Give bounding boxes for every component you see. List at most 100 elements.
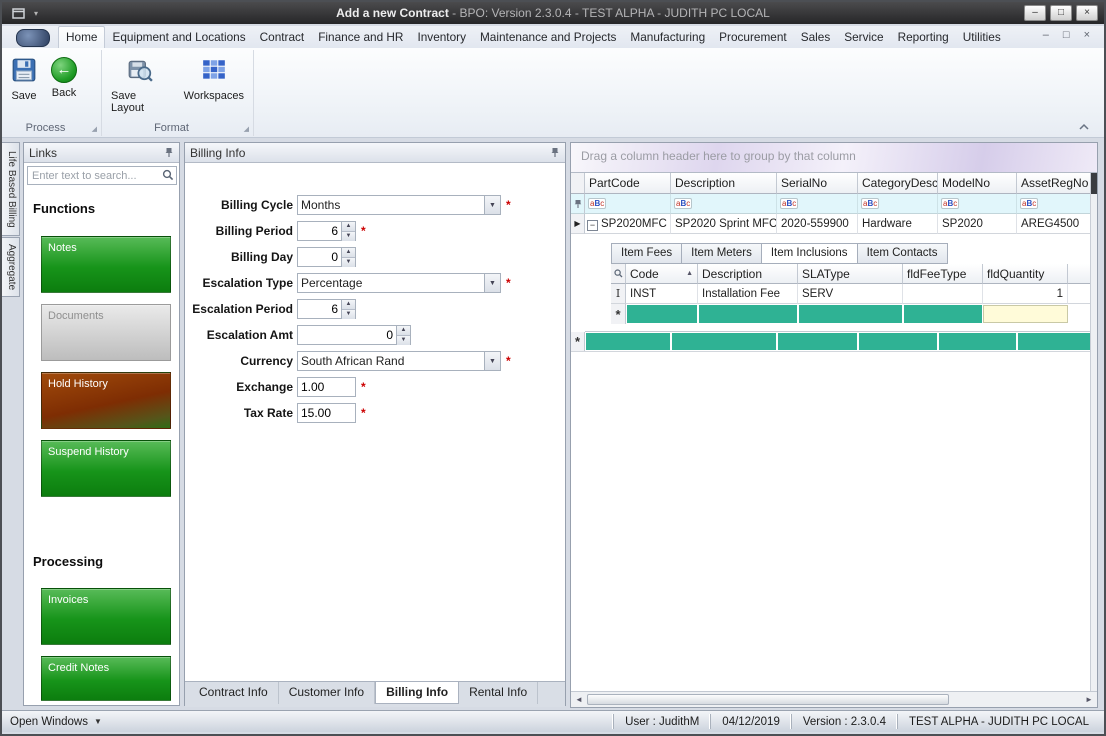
column-header-modelno[interactable]: ModelNo	[938, 173, 1017, 194]
detail-column-fldfeetype[interactable]: fldFeeType	[903, 264, 983, 284]
ribbon-tab-reporting[interactable]: Reporting	[891, 27, 956, 48]
ribbon-tab-sales[interactable]: Sales	[794, 27, 838, 48]
tab-billing-info[interactable]: Billing Info	[375, 682, 459, 704]
mdi-close-icon[interactable]: ×	[1084, 29, 1090, 41]
column-header-categorydesc[interactable]: CategoryDesc	[858, 173, 938, 194]
ribbon-collapse-chevron-icon[interactable]	[1078, 123, 1090, 131]
back-button[interactable]: ← Back	[46, 53, 82, 102]
ribbon-tab-maintenance-and-projects[interactable]: Maintenance and Projects	[473, 27, 623, 48]
detail-new-cell-description[interactable]	[699, 305, 797, 323]
detail-tab-item-contacts[interactable]: Item Contacts	[857, 243, 948, 264]
workspaces-button[interactable]: Workspaces	[179, 53, 249, 114]
exchange-input[interactable]	[297, 377, 356, 397]
grid-data-row[interactable]: ▶ −SP2020MFC SP2020 Sprint MFC 2020-5599…	[571, 214, 1091, 234]
detail-tab-item-inclusions[interactable]: Item Inclusions	[761, 243, 857, 264]
hold-history-button[interactable]: Hold History	[41, 372, 171, 429]
process-dialog-launcher-icon[interactable]: ◢	[92, 126, 97, 133]
detail-column-description[interactable]: Description	[698, 264, 798, 284]
documents-button[interactable]: Documents	[41, 304, 171, 361]
open-windows-button[interactable]: Open Windows ▼	[10, 716, 102, 728]
grid-new-item-row[interactable]: *	[571, 332, 1091, 352]
horizontal-scrollbar-thumb[interactable]	[587, 694, 949, 705]
spin-up-icon[interactable]: ▲	[397, 326, 410, 336]
minimize-button[interactable]: –	[1024, 5, 1046, 21]
detail-tab-item-meters[interactable]: Item Meters	[681, 243, 761, 264]
tab-rental-info[interactable]: Rental Info	[459, 682, 538, 704]
mdi-minimize-icon[interactable]: –	[1043, 29, 1049, 41]
new-cell-modelno[interactable]	[939, 333, 1016, 350]
suspend-history-button[interactable]: Suspend History	[41, 440, 171, 497]
detail-cell-fldfeetype[interactable]	[903, 284, 983, 304]
detail-new-cell-fldquantity-focused[interactable]	[983, 305, 1068, 323]
vertical-scrollbar[interactable]	[1090, 173, 1097, 691]
ribbon-tab-procurement[interactable]: Procurement	[712, 27, 794, 48]
new-cell-partcode[interactable]	[586, 333, 670, 350]
ribbon-tab-service[interactable]: Service	[837, 27, 890, 48]
cell-partcode[interactable]: −SP2020MFC	[585, 214, 671, 234]
escalation-amt-spinner[interactable]: ▲▼	[297, 325, 411, 345]
currency-dropdown[interactable]: South African Rand ▼	[297, 351, 501, 371]
notes-button[interactable]: Notes	[41, 236, 171, 293]
currency-dropdown-arrow-icon[interactable]: ▼	[484, 352, 500, 370]
detail-cell-slatype[interactable]: SERV	[798, 284, 903, 304]
detail-search-icon[interactable]	[611, 264, 626, 284]
spin-up-icon[interactable]: ▲	[342, 300, 355, 310]
mdi-restore-icon[interactable]: □	[1063, 29, 1070, 41]
billing-day-input[interactable]	[298, 248, 341, 266]
escalation-amt-input[interactable]	[298, 326, 396, 344]
spin-up-icon[interactable]: ▲	[342, 222, 355, 232]
new-cell-categorydesc[interactable]	[859, 333, 937, 350]
group-by-panel[interactable]: Drag a column header here to group by th…	[571, 143, 1097, 173]
cell-assetregno[interactable]: AREG4500	[1017, 214, 1091, 234]
escalation-period-input[interactable]	[298, 300, 341, 318]
detail-cell-code[interactable]: INST	[626, 284, 698, 304]
spin-down-icon[interactable]: ▼	[342, 258, 355, 267]
horizontal-scrollbar[interactable]: ◄ ►	[571, 691, 1097, 707]
detail-tab-item-fees[interactable]: Item Fees	[611, 243, 681, 264]
side-tab-life-based-billing[interactable]: Life Based Billing	[2, 142, 20, 236]
detail-column-slatype[interactable]: SLAType	[798, 264, 903, 284]
save-layout-button[interactable]: Save Layout	[106, 53, 175, 114]
ribbon-tab-contract[interactable]: Contract	[253, 27, 312, 48]
invoices-button[interactable]: Invoices	[41, 588, 171, 645]
new-cell-assetregno[interactable]	[1018, 333, 1090, 350]
billing-day-spinner[interactable]: ▲▼	[297, 247, 356, 267]
ribbon-tab-finance-and-hr[interactable]: Finance and HR	[311, 27, 410, 48]
links-search-input[interactable]	[27, 166, 177, 185]
cell-description[interactable]: SP2020 Sprint MFC	[671, 214, 777, 234]
collapse-detail-icon[interactable]: −	[587, 220, 598, 231]
billing-cycle-dropdown-arrow-icon[interactable]: ▼	[484, 196, 500, 214]
filter-cell-serialno[interactable]: aBc	[777, 194, 858, 214]
ribbon-tab-inventory[interactable]: Inventory	[410, 27, 473, 48]
ribbon-tab-utilities[interactable]: Utilities	[956, 27, 1008, 48]
vertical-scrollbar-thumb[interactable]	[1091, 173, 1097, 194]
spin-down-icon[interactable]: ▼	[342, 310, 355, 319]
detail-new-row[interactable]: *	[585, 304, 1091, 324]
new-cell-description[interactable]	[672, 333, 776, 350]
maximize-button[interactable]: □	[1050, 5, 1072, 21]
billing-period-spinner[interactable]: ▲▼	[297, 221, 356, 241]
column-header-description[interactable]: Description	[671, 173, 777, 194]
links-pin-icon[interactable]	[164, 147, 174, 158]
filter-cell-description[interactable]: aBc	[671, 194, 777, 214]
detail-cell-description[interactable]: Installation Fee	[698, 284, 798, 304]
quick-access-caret-icon[interactable]: ▾	[34, 9, 38, 18]
filter-cell-modelno[interactable]: aBc	[938, 194, 1017, 214]
escalation-period-spinner[interactable]: ▲▼	[297, 299, 356, 319]
spin-down-icon[interactable]: ▼	[397, 336, 410, 345]
scroll-right-icon[interactable]: ►	[1081, 692, 1097, 707]
ribbon-tab-equipment-and-locations[interactable]: Equipment and Locations	[105, 27, 252, 48]
billing-pin-icon[interactable]	[550, 147, 560, 158]
scroll-left-icon[interactable]: ◄	[571, 692, 587, 707]
detail-cell-fldquantity[interactable]: 1	[983, 284, 1068, 304]
save-button[interactable]: Save	[6, 53, 42, 102]
filter-cell-partcode[interactable]: aBc	[585, 194, 671, 214]
spin-down-icon[interactable]: ▼	[342, 232, 355, 241]
cell-serialno[interactable]: 2020-559900	[777, 214, 858, 234]
filter-cell-assetregno[interactable]: aBc	[1017, 194, 1091, 214]
spin-up-icon[interactable]: ▲	[342, 248, 355, 258]
detail-new-cell-slatype[interactable]	[799, 305, 902, 323]
column-header-partcode[interactable]: PartCode	[585, 173, 671, 194]
cell-modelno[interactable]: SP2020	[938, 214, 1017, 234]
detail-column-code[interactable]: Code▲	[626, 264, 698, 284]
